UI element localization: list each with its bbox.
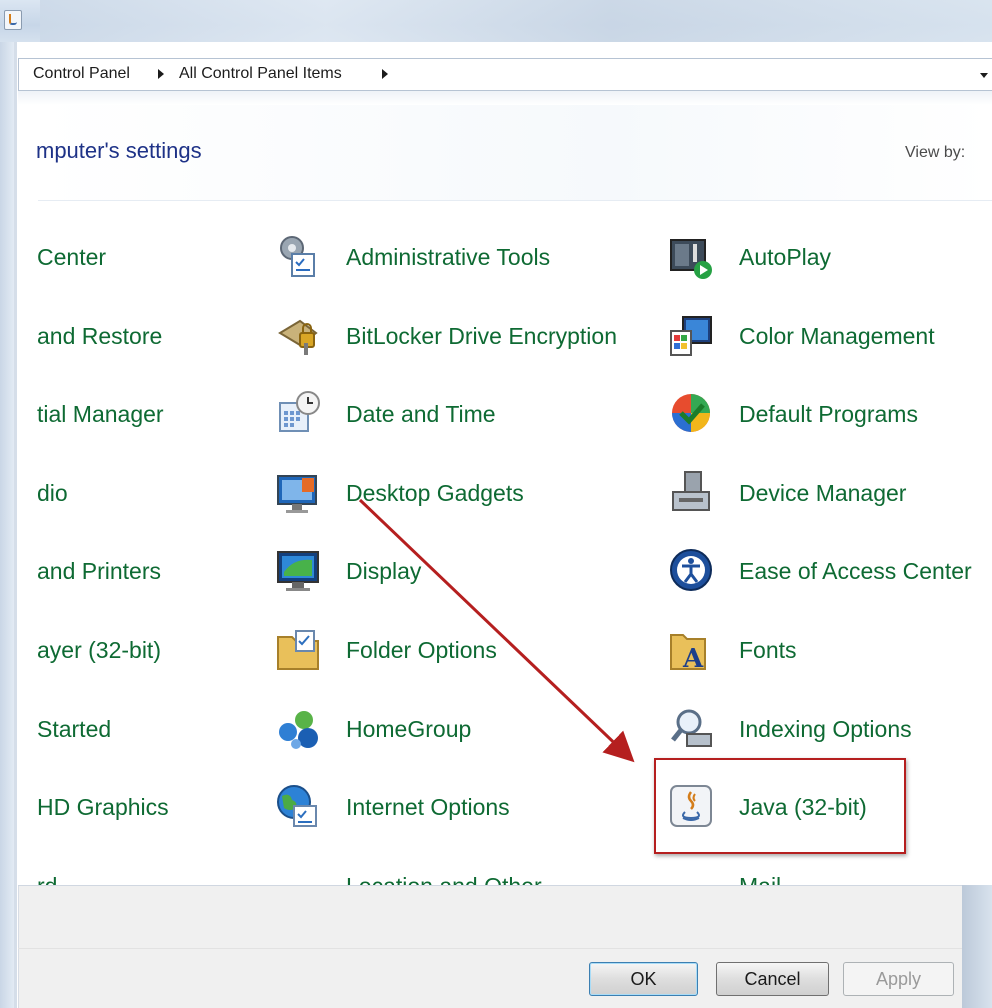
control-panel-item-label[interactable]: AutoPlay (739, 243, 831, 271)
control-panel-item-label[interactable]: Internet Options (346, 793, 510, 821)
internet-options-icon[interactable] (274, 782, 322, 830)
address-bar[interactable]: Control Panel All Control Panel Items (18, 58, 992, 91)
control-panel-item-label[interactable]: HD Graphics (37, 793, 169, 821)
device-manager-icon[interactable] (667, 468, 715, 516)
control-panel-item-label[interactable]: tial Manager (37, 400, 164, 428)
chevron-right-icon[interactable] (158, 69, 164, 79)
java-highlight-box (654, 758, 906, 854)
date-time-icon[interactable] (274, 389, 322, 437)
autoplay-icon[interactable] (667, 232, 715, 280)
control-panel-item-label[interactable]: Color Management (739, 322, 935, 350)
apply-button[interactable]: Apply (843, 962, 954, 996)
control-panel-item-label[interactable]: BitLocker Drive Encryption (346, 322, 617, 350)
fonts-icon[interactable]: A (667, 625, 715, 674)
location-sensors-icon[interactable] (274, 861, 322, 885)
ease-of-access-icon[interactable] (667, 546, 715, 594)
control-panel-item-label[interactable]: Center (37, 243, 106, 271)
address-dropdown-icon[interactable] (980, 73, 988, 78)
control-panel-item-label[interactable]: Fonts (739, 636, 797, 664)
control-panel-item-label[interactable]: ayer (32-bit) (37, 636, 161, 664)
control-panel-item-label[interactable]: Location and Other (346, 872, 542, 885)
titlebar-background (40, 0, 992, 42)
control-panel-item-label[interactable]: Display (346, 557, 421, 585)
page-title: mputer's settings (36, 138, 202, 163)
window-titlebar (0, 0, 992, 42)
control-panel-item-label[interactable]: Started (37, 715, 111, 743)
control-panel-item-label[interactable]: and Restore (37, 322, 162, 350)
breadcrumb-all-items[interactable]: All Control Panel Items (179, 65, 342, 83)
control-panel-item-label[interactable]: Default Programs (739, 400, 918, 428)
control-panel-item-label[interactable]: Desktop Gadgets (346, 479, 524, 507)
control-panel-item-label[interactable]: rd (37, 872, 57, 885)
control-panel-item-label[interactable]: Folder Options (346, 636, 497, 664)
control-panel-item-label[interactable]: and Printers (37, 557, 161, 585)
indexing-options-icon[interactable] (667, 704, 715, 752)
footer-divider (18, 948, 964, 949)
chevron-right-icon[interactable] (382, 69, 388, 79)
java-window-icon (4, 10, 22, 30)
left-clip-mask (17, 201, 37, 885)
default-programs-icon[interactable] (667, 389, 715, 437)
view-by-label: View by: (905, 144, 966, 161)
control-panel-item-label[interactable]: dio (37, 479, 68, 507)
address-bar-shadow (18, 91, 992, 105)
ok-button[interactable]: OK (589, 962, 698, 996)
control-panel-item-label[interactable]: Ease of Access Center (739, 557, 972, 585)
control-panel-item-label[interactable]: Date and Time (346, 400, 496, 428)
bitlocker-icon[interactable] (274, 311, 322, 359)
display-icon[interactable] (274, 546, 322, 594)
cancel-button[interactable]: Cancel (716, 962, 829, 996)
window-right-frame (962, 885, 992, 1008)
control-panel-item-label[interactable]: Administrative Tools (346, 243, 550, 271)
control-panel-item-label[interactable]: Device Manager (739, 479, 906, 507)
control-panel-item-label[interactable]: Mail (739, 872, 781, 885)
homegroup-icon[interactable] (274, 704, 322, 752)
svg-text:A: A (682, 644, 704, 673)
desktop-gadgets-icon[interactable] (274, 468, 322, 516)
color-management-icon[interactable] (667, 311, 715, 359)
admin-tools-icon[interactable] (274, 232, 322, 280)
control-panel-item-label[interactable]: Indexing Options (739, 715, 912, 743)
breadcrumb-control-panel[interactable]: Control Panel (33, 65, 130, 83)
folder-options-icon[interactable] (274, 625, 322, 673)
mail-icon[interactable] (667, 861, 715, 885)
control-panel-item-label[interactable]: HomeGroup (346, 715, 471, 743)
